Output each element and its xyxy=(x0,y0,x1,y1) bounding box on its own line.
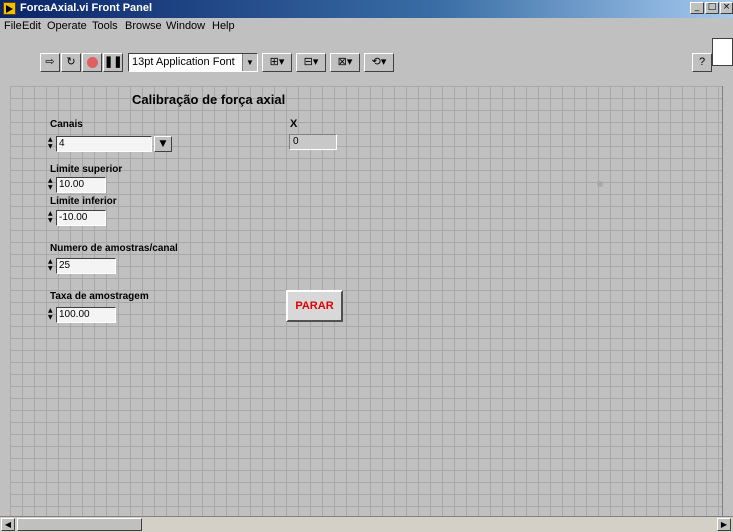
increment-arrows-icon[interactable]: ▲ ▼ xyxy=(48,307,55,323)
limite-superior-value[interactable]: 10.00 xyxy=(56,177,106,193)
font-ring[interactable]: 13pt Application Font ▼ xyxy=(128,53,258,72)
limite-inferior-label: Limite inferior xyxy=(50,196,117,207)
vertical-scrollbar[interactable] xyxy=(722,86,733,516)
menu-file[interactable]: File xyxy=(4,20,22,32)
minimize-button[interactable]: _ xyxy=(690,2,704,14)
numero-amostras-label: Numero de amostras/canal xyxy=(50,243,178,254)
abort-stop-icon[interactable] xyxy=(82,53,102,72)
distribute-objects-icon[interactable]: ⊟▾ xyxy=(296,53,326,72)
horizontal-scrollbar[interactable]: ◀ ▶ xyxy=(0,516,733,532)
menu-bar: File Edit Operate Tools Browse Window He… xyxy=(0,18,733,34)
x-indicator: 0 xyxy=(289,134,337,150)
vi-connector-icon[interactable] xyxy=(712,38,733,66)
canais-value[interactable]: 4 xyxy=(56,136,152,152)
numero-amostras-value[interactable]: 25 xyxy=(56,258,116,274)
scroll-left-icon[interactable]: ◀ xyxy=(1,518,15,531)
scroll-thumb[interactable] xyxy=(17,518,142,531)
increment-arrows-icon[interactable]: ▲ ▼ xyxy=(48,136,55,152)
run-arrow-icon[interactable]: ⇨ xyxy=(40,53,60,72)
menu-edit[interactable]: Edit xyxy=(22,20,41,32)
menu-operate[interactable]: Operate xyxy=(47,20,87,32)
taxa-amostragem-value[interactable]: 100.00 xyxy=(56,307,116,323)
stray-point xyxy=(597,181,603,187)
canais-label: Canais xyxy=(50,119,83,130)
labview-vi-icon xyxy=(3,2,16,15)
limite-superior-control[interactable]: ▲ ▼ 10.00 xyxy=(48,177,106,193)
panel-heading: Calibração de força axial xyxy=(132,92,286,107)
numero-amostras-control[interactable]: ▲ ▼ 25 xyxy=(48,258,116,274)
increment-arrows-icon[interactable]: ▲ ▼ xyxy=(48,210,55,226)
canais-ring[interactable]: ▲ ▼ 4 ▼ xyxy=(48,136,172,152)
taxa-amostragem-control[interactable]: ▲ ▼ 100.00 xyxy=(48,307,116,323)
pause-icon[interactable]: ❚❚ xyxy=(103,53,123,72)
x-label: X xyxy=(290,118,298,130)
menu-window[interactable]: Window xyxy=(166,20,205,32)
limite-superior-label: Limite superior xyxy=(50,164,123,175)
limite-inferior-value[interactable]: -10.00 xyxy=(56,210,106,226)
scroll-right-icon[interactable]: ▶ xyxy=(717,518,731,531)
font-ring-value: 13pt Application Font xyxy=(132,56,235,68)
menu-help[interactable]: Help xyxy=(212,20,235,32)
chevron-down-icon[interactable]: ▼ xyxy=(154,136,172,152)
panel-left-edge xyxy=(0,86,10,516)
resize-objects-icon[interactable]: ⊠▾ xyxy=(330,53,360,72)
reorder-icon[interactable]: ⟲▾ xyxy=(364,53,394,72)
align-objects-icon[interactable]: ⊞▾ xyxy=(262,53,292,72)
window-title: ForcaAxial.vi Front Panel xyxy=(20,2,153,14)
menu-tools[interactable]: Tools xyxy=(92,20,118,32)
increment-arrows-icon[interactable]: ▲ ▼ xyxy=(48,177,55,193)
maximize-button[interactable]: □ xyxy=(705,2,719,14)
run-continuously-icon[interactable]: ↻ xyxy=(61,53,81,72)
limite-inferior-control[interactable]: ▲ ▼ -10.00 xyxy=(48,210,106,226)
increment-arrows-icon[interactable]: ▲ ▼ xyxy=(48,258,55,274)
title-bar: ForcaAxial.vi Front Panel _ □ × xyxy=(0,0,733,18)
chevron-down-icon[interactable]: ▼ xyxy=(242,54,257,71)
close-button[interactable]: × xyxy=(720,2,733,14)
menu-browse[interactable]: Browse xyxy=(125,20,162,32)
toolbar: ⇨ ↻ ❚❚ 13pt Application Font ▼ ⊞▾ ⊟▾ ⊠▾ … xyxy=(0,34,733,86)
taxa-amostragem-label: Taxa de amostragem xyxy=(50,291,149,302)
parar-button[interactable]: PARAR xyxy=(286,290,343,322)
help-button[interactable]: ? xyxy=(692,53,712,72)
